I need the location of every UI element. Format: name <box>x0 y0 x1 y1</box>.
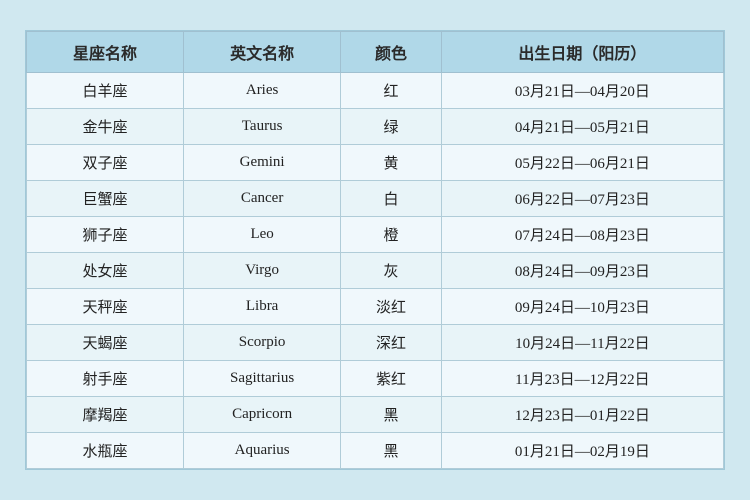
cell-color: 黑 <box>341 397 442 433</box>
cell-chinese: 白羊座 <box>27 73 184 109</box>
table-body: 白羊座Aries红03月21日—04月20日金牛座Taurus绿04月21日—0… <box>27 73 724 469</box>
cell-dates: 06月22日—07月23日 <box>441 181 723 217</box>
cell-chinese: 巨蟹座 <box>27 181 184 217</box>
cell-dates: 09月24日—10月23日 <box>441 289 723 325</box>
cell-dates: 08月24日—09月23日 <box>441 253 723 289</box>
cell-english: Aries <box>183 73 340 109</box>
cell-dates: 05月22日—06月21日 <box>441 145 723 181</box>
cell-dates: 04月21日—05月21日 <box>441 109 723 145</box>
col-header-english: 英文名称 <box>183 32 340 73</box>
cell-color: 橙 <box>341 217 442 253</box>
cell-chinese: 射手座 <box>27 361 184 397</box>
table-row: 天秤座Libra淡红09月24日—10月23日 <box>27 289 724 325</box>
cell-english: Sagittarius <box>183 361 340 397</box>
cell-chinese: 双子座 <box>27 145 184 181</box>
cell-color: 白 <box>341 181 442 217</box>
cell-english: Cancer <box>183 181 340 217</box>
cell-color: 黄 <box>341 145 442 181</box>
cell-english: Scorpio <box>183 325 340 361</box>
table-row: 白羊座Aries红03月21日—04月20日 <box>27 73 724 109</box>
cell-chinese: 处女座 <box>27 253 184 289</box>
zodiac-table-container: 星座名称 英文名称 颜色 出生日期（阳历） 白羊座Aries红03月21日—04… <box>25 30 725 470</box>
cell-dates: 07月24日—08月23日 <box>441 217 723 253</box>
cell-english: Leo <box>183 217 340 253</box>
cell-color: 深红 <box>341 325 442 361</box>
table-row: 双子座Gemini黄05月22日—06月21日 <box>27 145 724 181</box>
cell-english: Capricorn <box>183 397 340 433</box>
table-row: 金牛座Taurus绿04月21日—05月21日 <box>27 109 724 145</box>
table-row: 射手座Sagittarius紫红11月23日—12月22日 <box>27 361 724 397</box>
cell-color: 灰 <box>341 253 442 289</box>
col-header-chinese: 星座名称 <box>27 32 184 73</box>
cell-english: Taurus <box>183 109 340 145</box>
cell-dates: 10月24日—11月22日 <box>441 325 723 361</box>
cell-color: 紫红 <box>341 361 442 397</box>
cell-chinese: 天秤座 <box>27 289 184 325</box>
table-row: 水瓶座Aquarius黑01月21日—02月19日 <box>27 433 724 469</box>
cell-chinese: 天蝎座 <box>27 325 184 361</box>
cell-chinese: 摩羯座 <box>27 397 184 433</box>
cell-english: Virgo <box>183 253 340 289</box>
table-header-row: 星座名称 英文名称 颜色 出生日期（阳历） <box>27 32 724 73</box>
cell-dates: 12月23日—01月22日 <box>441 397 723 433</box>
col-header-color: 颜色 <box>341 32 442 73</box>
cell-english: Gemini <box>183 145 340 181</box>
table-row: 巨蟹座Cancer白06月22日—07月23日 <box>27 181 724 217</box>
cell-chinese: 水瓶座 <box>27 433 184 469</box>
cell-chinese: 狮子座 <box>27 217 184 253</box>
cell-color: 黑 <box>341 433 442 469</box>
cell-dates: 11月23日—12月22日 <box>441 361 723 397</box>
table-row: 天蝎座Scorpio深红10月24日—11月22日 <box>27 325 724 361</box>
cell-color: 绿 <box>341 109 442 145</box>
cell-dates: 01月21日—02月19日 <box>441 433 723 469</box>
zodiac-table: 星座名称 英文名称 颜色 出生日期（阳历） 白羊座Aries红03月21日—04… <box>26 31 724 469</box>
table-row: 摩羯座Capricorn黑12月23日—01月22日 <box>27 397 724 433</box>
cell-chinese: 金牛座 <box>27 109 184 145</box>
col-header-dates: 出生日期（阳历） <box>441 32 723 73</box>
cell-dates: 03月21日—04月20日 <box>441 73 723 109</box>
table-row: 狮子座Leo橙07月24日—08月23日 <box>27 217 724 253</box>
cell-english: Aquarius <box>183 433 340 469</box>
cell-color: 红 <box>341 73 442 109</box>
cell-color: 淡红 <box>341 289 442 325</box>
cell-english: Libra <box>183 289 340 325</box>
table-row: 处女座Virgo灰08月24日—09月23日 <box>27 253 724 289</box>
